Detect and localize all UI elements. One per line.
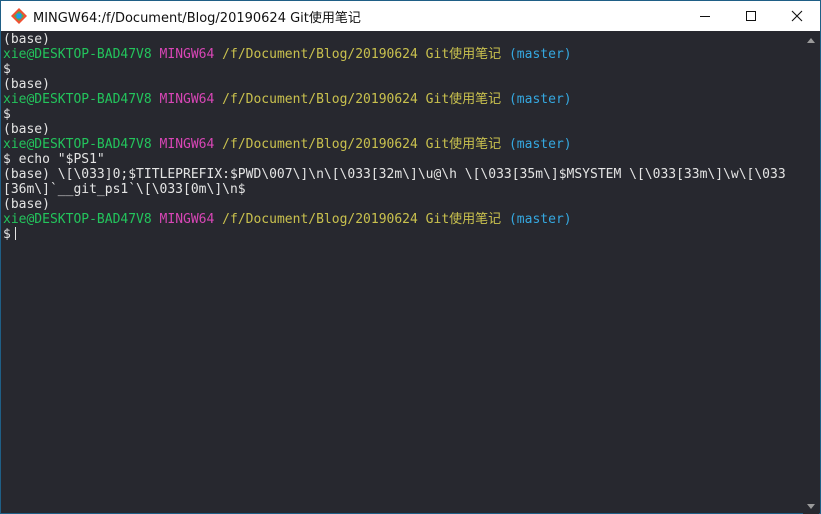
terminal-output[interactable]: (base) xie@DESKTOP-BAD47V8 MINGW64 /f/Doc… [3,32,804,513]
prompt-line: xie@DESKTOP-BAD47V8 MINGW64 /f/Document/… [3,47,804,62]
prompt-user: xie@DESKTOP-BAD47V8 [3,137,152,152]
output-line: $ [3,107,11,122]
prompt-path: /f/Document/Blog/20190624 Git使用笔记 [222,137,502,152]
window-title: MINGW64:/f/Document/Blog/20190624 Git使用笔… [33,10,361,26]
terminal-line: $ [3,107,804,122]
terminal-line: (base) [3,77,804,92]
prompt-branch: (master) [508,47,572,62]
close-button[interactable] [774,1,820,31]
prompt-branch: (master) [508,137,572,152]
scroll-down-arrow-icon[interactable] [803,498,819,514]
scroll-up-arrow-icon[interactable] [803,32,819,48]
git-bash-icon [8,5,30,27]
terminal-line: [36m\]`__git_ps1`\[\033[0m\]\n$ [3,182,804,197]
prompt-path: /f/Document/Blog/20190624 Git使用笔记 [222,212,502,227]
terminal-line: $ echo "$PS1" [3,152,804,167]
prompt-user: xie@DESKTOP-BAD47V8 [3,92,152,107]
output-line: [36m\]`__git_ps1`\[\033[0m\]\n$ [3,182,246,197]
prompt-branch: (master) [508,92,572,107]
minimize-button[interactable] [682,1,728,31]
prompt-line: xie@DESKTOP-BAD47V8 MINGW64 /f/Document/… [3,212,804,227]
window-controls [682,1,820,31]
output-line: $ [3,62,11,77]
prompt-system: MINGW64 [159,137,215,152]
maximize-icon [746,11,756,21]
vertical-scrollbar[interactable] [803,32,819,514]
output-line: (base) [3,77,50,92]
prompt-branch: (master) [508,212,572,227]
terminal-line: (base) \[\033]0;$TITLEPREFIX:$PWD\007\]\… [3,167,804,182]
input-prompt: $ [3,227,11,242]
prompt-line: xie@DESKTOP-BAD47V8 MINGW64 /f/Document/… [3,92,804,107]
prompt-system: MINGW64 [159,212,215,227]
close-icon [791,10,803,22]
terminal-line: $ [3,62,804,77]
terminal-line: (base) [3,122,804,137]
output-line: (base) [3,122,50,137]
output-line: (base) [3,197,50,212]
prompt-path: /f/Document/Blog/20190624 Git使用笔记 [222,92,502,107]
prompt-system: MINGW64 [159,92,215,107]
prompt-user: xie@DESKTOP-BAD47V8 [3,212,152,227]
terminal-line: (base) [3,32,804,47]
text-cursor [14,227,16,240]
prompt-system: MINGW64 [159,47,215,62]
maximize-button[interactable] [728,1,774,31]
terminal-line: (base) [3,197,804,212]
prompt-user: xie@DESKTOP-BAD47V8 [3,47,152,62]
output-line: (base) \[\033]0;$TITLEPREFIX:$PWD\007\]\… [3,167,786,182]
prompt-path: /f/Document/Blog/20190624 Git使用笔记 [222,47,502,62]
output-line: (base) [3,32,50,47]
output-line: $ echo "$PS1" [3,152,105,167]
minimize-icon [700,16,710,17]
command-input-line[interactable]: $ [3,227,804,242]
prompt-line: xie@DESKTOP-BAD47V8 MINGW64 /f/Document/… [3,137,804,152]
title-bar[interactable]: MINGW64:/f/Document/Blog/20190624 Git使用笔… [1,1,820,31]
terminal-window: MINGW64:/f/Document/Blog/20190624 Git使用笔… [0,0,821,514]
